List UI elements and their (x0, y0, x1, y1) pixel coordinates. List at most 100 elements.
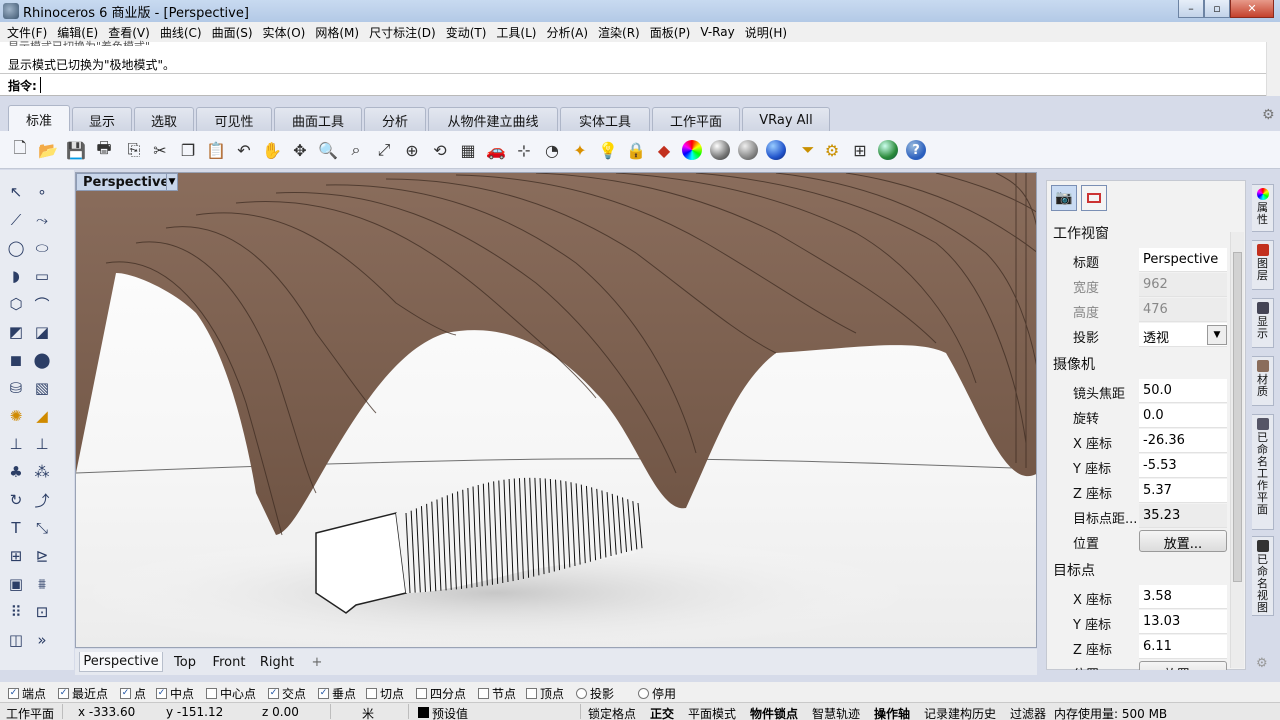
print-icon[interactable]: 🖶 (92, 138, 116, 162)
osnap-3[interactable]: ✓ 中点 (156, 685, 194, 702)
tab-cplanes[interactable]: 工作平面 (652, 107, 740, 132)
focal-length-field[interactable]: 50.0 (1139, 379, 1227, 403)
layer-color-swatch[interactable] (418, 707, 429, 718)
render-sphere-icon[interactable] (764, 138, 788, 162)
side-tab-display[interactable]: 显示 (1252, 298, 1274, 348)
osnap-1[interactable]: ✓ 最近点 (58, 685, 108, 702)
extrude-surface-icon[interactable]: ◪ (30, 320, 54, 344)
command-input[interactable] (40, 77, 1260, 93)
viewport-tab-top[interactable]: Top (167, 652, 203, 672)
save-icon[interactable]: 💾 (64, 138, 88, 162)
set-view-icon[interactable]: ⊹ (512, 138, 536, 162)
target-x-field[interactable]: 3.58 (1139, 585, 1227, 609)
side-tab-named-views[interactable]: 已命名视图 (1252, 536, 1274, 616)
rotate-view-icon[interactable]: ✥ (288, 138, 312, 162)
surface-corner-icon[interactable]: ◩ (4, 320, 28, 344)
tab-analyze[interactable]: 分析 (364, 107, 426, 132)
osnap-checkbox[interactable] (526, 688, 537, 699)
close-button[interactable]: ✕ (1230, 0, 1274, 18)
tab-surface-tools[interactable]: 曲面工具 (274, 107, 362, 132)
move-icon[interactable]: ⊥ (4, 432, 28, 456)
block-icon[interactable]: ⁂ (30, 460, 54, 484)
status-grid-snap[interactable]: 锁定格点 (588, 705, 636, 720)
osnap-radio[interactable] (638, 688, 649, 699)
pan-hand-icon[interactable]: ✋ (260, 138, 284, 162)
bulb-icon[interactable]: 💡 (596, 138, 620, 162)
status-osnap[interactable]: 物件锁点 (750, 705, 798, 720)
osnap-7[interactable]: 切点 (366, 685, 404, 702)
osnap-checkbox[interactable]: ✓ (268, 688, 279, 699)
osnap-checkbox[interactable]: ✓ (120, 688, 131, 699)
cut-icon[interactable]: ✂ (148, 138, 172, 162)
copy-icon[interactable]: ❐ (176, 138, 200, 162)
osnap-2[interactable]: ✓ 点 (120, 685, 146, 702)
mirror-icon[interactable]: ⤡ (30, 516, 54, 540)
lights-icon[interactable]: ✦ (568, 138, 592, 162)
osnap-radio[interactable] (576, 688, 587, 699)
target-place-button[interactable]: 放置... (1139, 661, 1227, 670)
named-views-car-icon[interactable]: 🚗 (484, 138, 508, 162)
target-z-field[interactable]: 6.11 (1139, 635, 1227, 659)
menu-mesh[interactable]: 网格(M) (310, 24, 364, 41)
viewport-tab-right[interactable]: Right (257, 652, 297, 672)
tab-curve-from-objects[interactable]: 从物件建立曲线 (428, 107, 558, 132)
rotation-field[interactable]: 0.0 (1139, 404, 1227, 428)
menu-solid[interactable]: 实体(O) (258, 24, 311, 41)
osnap-checkbox[interactable] (206, 688, 217, 699)
target-y-field[interactable]: 13.03 (1139, 610, 1227, 634)
projection-chevron-down-icon[interactable]: ▼ (1207, 325, 1227, 345)
menu-vray[interactable]: V-Ray (695, 25, 739, 39)
menu-tools[interactable]: 工具(L) (491, 24, 541, 41)
dimension-icon[interactable]: ◢ (30, 404, 54, 428)
contour-icon[interactable]: ⩩ (30, 572, 54, 596)
import-icon[interactable]: ⎘ (122, 138, 146, 162)
four-viewports-icon[interactable]: ▦ (456, 138, 480, 162)
status-smarttrack[interactable]: 智慧轨迹 (812, 705, 860, 720)
osnap-5[interactable]: ✓ 交点 (268, 685, 306, 702)
menu-analyze[interactable]: 分析(A) (541, 24, 593, 41)
settings-gears-icon[interactable]: ⚙ (820, 138, 844, 162)
lock-icon[interactable]: 🔒 (624, 138, 648, 162)
zoom-selected-icon[interactable]: ⊕ (400, 138, 424, 162)
command-line-scrollbar[interactable] (1266, 74, 1280, 96)
more-tools-icon[interactable]: » (30, 628, 54, 652)
osnap-4[interactable]: 中心点 (206, 685, 256, 702)
status-gumball[interactable]: 操作轴 (874, 705, 910, 720)
osnap-checkbox[interactable] (416, 688, 427, 699)
side-tab-named-cplanes[interactable]: 已命名工作平面 (1252, 414, 1274, 530)
osnap-6[interactable]: ✓ 垂点 (318, 685, 356, 702)
tab-standard[interactable]: 标准 (8, 105, 70, 132)
menu-help[interactable]: 说明(H) (740, 24, 792, 41)
menu-curve[interactable]: 曲线(C) (155, 24, 207, 41)
zoom-window-icon[interactable]: ⌕ (344, 138, 368, 162)
camera-y-field[interactable]: -5.53 (1139, 454, 1227, 478)
osnap-checkbox[interactable]: ✓ (156, 688, 167, 699)
viewport-title[interactable]: Perspective (76, 173, 177, 191)
array-icon[interactable]: ⊞ (4, 544, 28, 568)
camera-place-button[interactable]: 放置... (1139, 530, 1227, 552)
filter-icon[interactable]: ⏷ (796, 138, 820, 162)
copy-move-icon[interactable]: ⊥ (30, 432, 54, 456)
menu-surface[interactable]: 曲面(S) (207, 24, 258, 41)
point-icon[interactable]: ∘ (30, 180, 54, 204)
layer-icon[interactable]: ◆ (652, 138, 676, 162)
fillet-curve-icon[interactable]: ⌒ (30, 292, 54, 316)
panel-settings-gear-icon[interactable]: ⚙ (1256, 656, 1268, 671)
osnap-checkbox[interactable]: ✓ (8, 688, 19, 699)
menu-transform[interactable]: 变动(T) (441, 24, 492, 41)
boolean-union-icon[interactable]: ⬤ (30, 348, 54, 372)
curve-cv-icon[interactable]: ⤳ (30, 208, 54, 232)
tab-select[interactable]: 选取 (134, 107, 194, 132)
menu-panels[interactable]: 面板(P) (645, 24, 696, 41)
light-spot-icon[interactable]: ✺ (4, 404, 28, 428)
viewport-tab-front[interactable]: Front (209, 652, 249, 672)
undo-icon[interactable]: ↶ (232, 138, 256, 162)
analyze-icon[interactable]: ⊵ (30, 544, 54, 568)
grid-array-icon[interactable]: ⠿ (4, 600, 28, 624)
help-icon[interactable]: ? (904, 138, 928, 162)
status-history[interactable]: 记录建构历史 (924, 705, 996, 720)
shaded-sphere-icon[interactable] (708, 138, 732, 162)
camera-z-field[interactable]: 5.37 (1139, 479, 1227, 503)
new-file-icon[interactable]: 🗋 (8, 138, 32, 162)
render-box-icon[interactable]: ▣ (4, 572, 28, 596)
